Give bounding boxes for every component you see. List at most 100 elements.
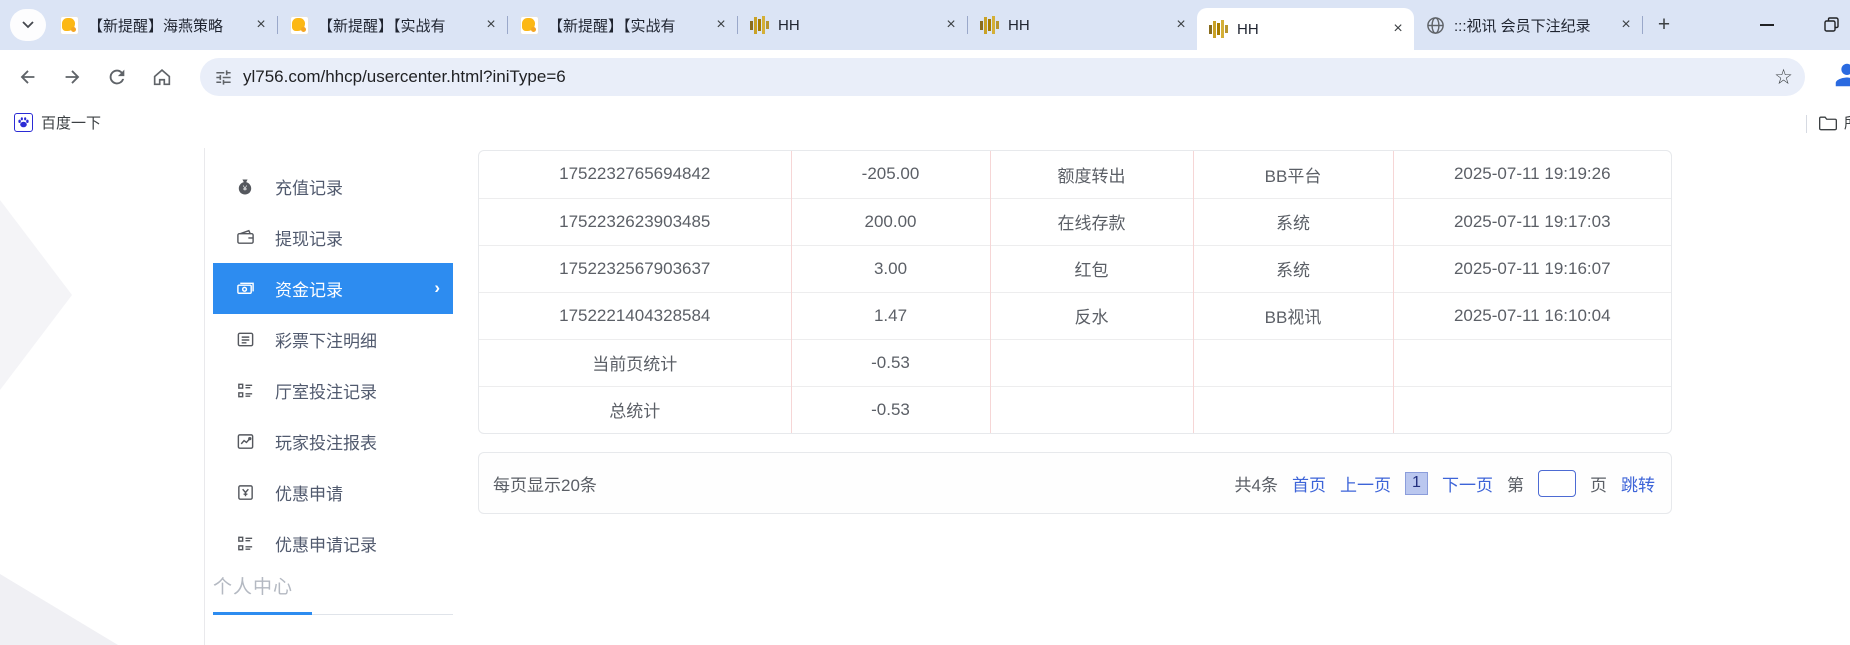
chevron-down-icon	[22, 21, 34, 29]
sidebar-item-withdraw-records[interactable]: 提现记录	[213, 212, 453, 263]
cell-order-no: 1752232765694842	[559, 164, 711, 184]
tab-hh-active[interactable]: HH ×	[1197, 8, 1414, 50]
sidebar-item-lottery-bet-details[interactable]: 彩票下注明细	[213, 314, 453, 365]
tab-hh-1[interactable]: HH ×	[738, 0, 967, 50]
folder-icon	[1819, 116, 1837, 130]
close-icon[interactable]: ×	[1171, 15, 1191, 35]
cell-time: 2025-07-11 19:16:07	[1392, 244, 1671, 292]
tab-title: HH	[1237, 20, 1259, 38]
new-tab-button[interactable]: +	[1652, 13, 1676, 37]
pagination-bar: 每页显示20条 共4条 首页 上一页 1 下一页 第 页 跳转	[478, 452, 1672, 514]
next-page-link[interactable]: 下一页	[1442, 471, 1493, 496]
site-settings-icon[interactable]	[214, 68, 233, 87]
sidebar-item-player-bet-report[interactable]: 玩家投注报表	[213, 416, 453, 467]
coupon-icon	[235, 483, 255, 503]
moneybag-icon: ¥	[235, 177, 255, 197]
bookmark-star-icon[interactable]: ☆	[1774, 65, 1793, 90]
sidebar-item-label: 优惠申请记录	[275, 536, 377, 555]
sidebar-item-label: 提现记录	[275, 230, 343, 249]
globe-icon	[1426, 16, 1445, 35]
tab-forum-3[interactable]: 【新提醒】【实战有 ×	[508, 0, 737, 50]
tab-personal-center[interactable]: 个人中心	[213, 572, 293, 599]
sidebar-item-recharge-records[interactable]: ¥ 充值记录	[213, 161, 453, 212]
close-icon[interactable]: ×	[941, 15, 961, 35]
close-icon[interactable]: ×	[711, 15, 731, 35]
page-size-label: 每页显示20条	[493, 475, 597, 495]
close-icon[interactable]: ×	[251, 15, 271, 35]
funds-record-table: 1752232765694842 -205.00 额度转出 BB平台 2025-…	[478, 150, 1672, 434]
chevron-right-icon: ›	[434, 278, 440, 297]
table-row-page-total: 当前页统计 -0.53	[479, 338, 1671, 386]
window-minimize-button[interactable]	[1760, 24, 1774, 26]
profile-avatar[interactable]	[1832, 60, 1850, 90]
cell-empty	[1392, 338, 1671, 386]
cell-time: 2025-07-11 19:17:03	[1392, 197, 1671, 245]
cell-amount: 3.00	[790, 244, 990, 292]
cell-type: 反水	[989, 291, 1193, 339]
person-icon	[1835, 63, 1850, 87]
active-tab-indicator	[213, 612, 312, 615]
tab-shixun[interactable]: :::视讯 会员下注纪录 ×	[1414, 0, 1642, 50]
sidebar-item-funds-records[interactable]: 资金记录 ›	[213, 263, 453, 314]
back-icon[interactable]	[17, 66, 39, 88]
url-text[interactable]: yl756.com/hhcp/usercenter.html?iniType=6	[243, 67, 1774, 87]
reload-icon[interactable]	[106, 66, 128, 88]
tab-separator	[1642, 16, 1643, 34]
close-icon[interactable]: ×	[1388, 19, 1408, 39]
bookmark-baidu[interactable]: 百度一下	[14, 112, 101, 133]
tab-forum-1[interactable]: 【新提醒】海燕策略 ×	[48, 0, 277, 50]
table-row-grand-total: 总统计 -0.53	[479, 385, 1671, 433]
cell-time: 2025-07-11 16:10:04	[1392, 291, 1671, 339]
cell-amount: -205.00	[790, 151, 990, 198]
cell-platform: 系统	[1192, 244, 1393, 292]
cell-type: 在线存款	[989, 197, 1193, 245]
prev-page-link[interactable]: 上一页	[1340, 471, 1391, 496]
sidebar-item-hall-bet-records[interactable]: 厅室投注记录	[213, 365, 453, 416]
close-icon[interactable]: ×	[481, 15, 501, 35]
cell-empty	[989, 338, 1193, 386]
cell-order-no: 1752221404328584	[479, 291, 791, 339]
document-list-icon	[235, 330, 255, 350]
table-row: 1752232765694842 -205.00 额度转出 BB平台 2025-…	[479, 151, 1671, 198]
sidebar-item-promo-apply-records[interactable]: 优惠申请记录	[213, 518, 453, 569]
browser-tab-strip: 【新提醒】海燕策略 × 【新提醒】【实战有 × 【新提醒】【实战有 × HH ×…	[0, 0, 1850, 50]
close-icon[interactable]: ×	[1616, 15, 1636, 35]
tab-list: 【新提醒】海燕策略 × 【新提醒】【实战有 × 【新提醒】【实战有 × HH ×…	[48, 0, 1643, 50]
tab-title: 【新提醒】【实战有	[548, 17, 676, 35]
first-page-link[interactable]: 首页	[1292, 471, 1326, 496]
all-bookmarks-folder[interactable]: 所有书签	[1818, 112, 1850, 133]
bookmark-label: 百度一下	[41, 115, 102, 132]
home-icon[interactable]	[151, 66, 173, 88]
cell-order-no: 1752232567903637	[479, 244, 791, 292]
forum-yellow-icon	[290, 15, 309, 35]
cell-type: 红包	[989, 244, 1193, 292]
address-bar[interactable]: yl756.com/hhcp/usercenter.html?iniType=6…	[200, 58, 1805, 96]
restore-icon	[1824, 17, 1839, 32]
window-restore-button[interactable]	[1824, 17, 1839, 32]
tab-title: 【新提醒】【实战有	[318, 17, 446, 35]
current-page-badge[interactable]: 1	[1405, 471, 1428, 495]
jump-button[interactable]: 跳转	[1621, 471, 1655, 496]
gold-bars-icon	[750, 16, 769, 35]
forward-icon[interactable]	[61, 66, 83, 88]
sidebar-menu: ¥ 充值记录 提现记录 资金记录 › 彩票下注明细 厅室投注记录 玩家投注报表 …	[213, 161, 453, 569]
tab-title: HH	[1008, 16, 1030, 34]
forum-yellow-icon	[60, 15, 79, 35]
bookmarks-divider	[1806, 115, 1807, 133]
tab-hh-2[interactable]: HH ×	[968, 0, 1197, 50]
list-icon	[235, 381, 255, 401]
table-row: 1752221404328584 1.47 反水 BB视讯 2025-07-11…	[479, 291, 1671, 339]
browser-toolbar: yl756.com/hhcp/usercenter.html?iniType=6…	[0, 50, 1850, 104]
cell-amount: -0.53	[790, 385, 990, 433]
tab-underline	[213, 612, 453, 615]
gold-bars-icon	[1209, 20, 1228, 39]
sidebar-item-label: 厅室投注记录	[275, 383, 377, 402]
pagination-controls: 共4条 首页 上一页 1 下一页 第 页 跳转	[1235, 469, 1655, 497]
tab-forum-2[interactable]: 【新提醒】【实战有 ×	[278, 0, 507, 50]
sidebar-item-promo-apply[interactable]: 优惠申请	[213, 467, 453, 518]
tab-search-button[interactable]	[10, 9, 46, 41]
sidebar-item-label: 彩票下注明细	[275, 332, 377, 351]
sidebar-divider	[204, 148, 205, 645]
page-jump-input[interactable]	[1538, 469, 1576, 497]
cell-platform: BB视讯	[1192, 291, 1393, 339]
